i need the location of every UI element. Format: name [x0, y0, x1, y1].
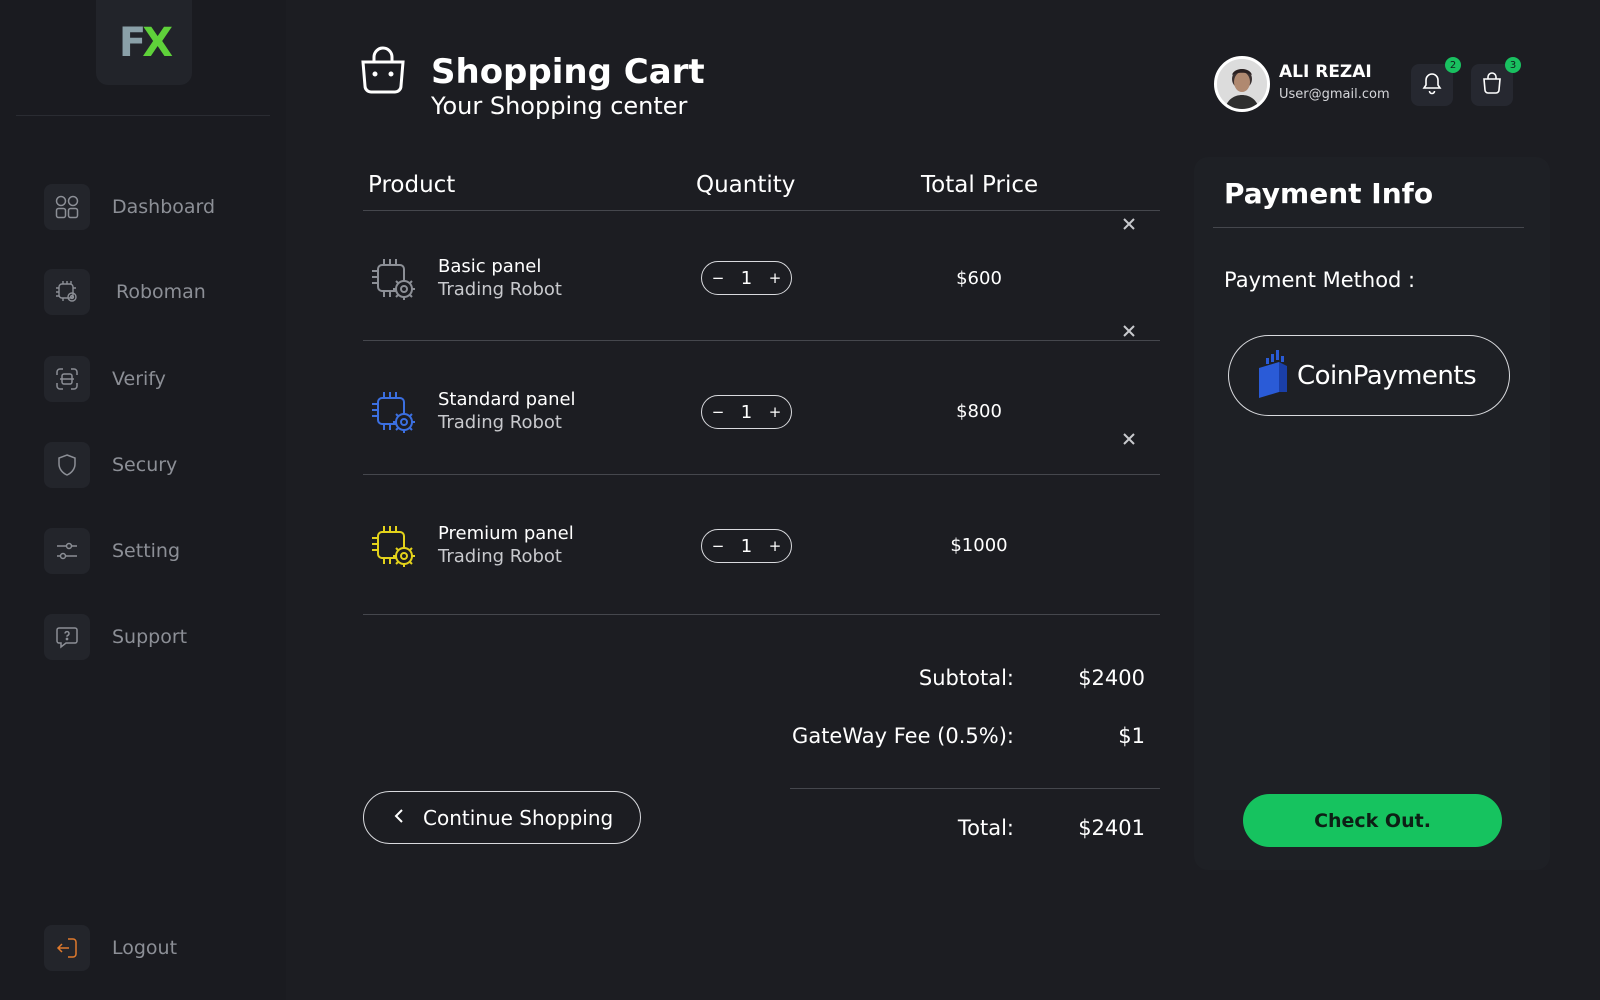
- notifications-button[interactable]: 2: [1411, 57, 1461, 106]
- sidebar-item-secury[interactable]: Secury: [44, 442, 177, 488]
- remove-item-button[interactable]: [1120, 430, 1138, 448]
- logout-icon: [44, 925, 90, 971]
- payment-title: Payment Info: [1224, 177, 1434, 210]
- user-name: ALI REZAI: [1279, 62, 1372, 82]
- standard-robot-icon: [370, 388, 420, 438]
- payment-panel: [1194, 157, 1550, 870]
- totals-divider: [790, 788, 1160, 789]
- page-title: Shopping Cart: [431, 52, 705, 92]
- row-price: $600: [956, 268, 1002, 289]
- sidebar-item-label: Secury: [112, 454, 178, 476]
- basic-robot-icon: [370, 255, 420, 305]
- user-email: User@gmail.com: [1279, 87, 1390, 102]
- product-subtitle: Trading Robot: [438, 412, 562, 433]
- quantity-stepper: − 1 +: [701, 395, 792, 429]
- product-name: Basic panel: [438, 256, 542, 277]
- sidebar-item-dashboard[interactable]: Dashboard: [44, 184, 215, 230]
- chevron-left-icon: [393, 808, 405, 828]
- notification-badge: 2: [1445, 57, 1461, 73]
- quantity-stepper: − 1 +: [701, 261, 792, 295]
- continue-shopping-label: Continue Shopping: [423, 805, 614, 830]
- subtotal-label: Subtotal:: [918, 666, 1014, 690]
- premium-robot-icon: [370, 522, 420, 572]
- cart-button[interactable]: 3: [1471, 57, 1521, 106]
- sidebar-item-label: Support: [112, 626, 188, 648]
- help-chat-icon: [44, 614, 90, 660]
- sidebar-item-logout[interactable]: Logout: [44, 925, 177, 971]
- logo[interactable]: FX: [96, 0, 192, 85]
- shopping-bag-icon: [357, 46, 409, 100]
- sliders-icon: [44, 528, 90, 574]
- quantity-value: 1: [740, 535, 753, 557]
- quantity-value: 1: [740, 401, 753, 423]
- coinpayments-option[interactable]: CoinPayments: [1228, 335, 1510, 416]
- sidebar-item-verify[interactable]: Verify: [44, 356, 166, 402]
- column-header-quantity: Quantity: [696, 172, 796, 198]
- sidebar-item-label: Logout: [112, 937, 178, 959]
- total-value: $2401: [1078, 816, 1145, 840]
- checkout-label: Check Out.: [1314, 809, 1431, 832]
- decrement-button[interactable]: −: [711, 269, 725, 287]
- sidebar-item-roboman[interactable]: Roboman: [44, 269, 206, 315]
- coinpayments-logo-icon: [1257, 348, 1293, 404]
- subtotal-value: $2400: [1078, 666, 1145, 690]
- product-name: Standard panel: [438, 389, 576, 410]
- robot-chip-icon: [44, 269, 90, 315]
- total-label: Total:: [957, 816, 1014, 840]
- payment-method-label: Payment Method :: [1224, 268, 1416, 292]
- sidebar-item-label: Roboman: [116, 281, 206, 303]
- increment-button[interactable]: +: [768, 537, 782, 555]
- continue-shopping-button[interactable]: Continue Shopping: [363, 791, 641, 844]
- sidebar: FX Dashboard Roboman Verify Secury Setti…: [0, 0, 286, 1000]
- increment-button[interactable]: +: [768, 403, 782, 421]
- logo-letter-x: X: [142, 19, 173, 66]
- coinpayments-label: CoinPayments: [1297, 360, 1477, 391]
- sidebar-item-support[interactable]: Support: [44, 614, 187, 660]
- quantity-value: 1: [740, 267, 753, 289]
- gateway-fee-label: GateWay Fee (0.5%):: [792, 724, 1014, 748]
- logo-mark: FX: [118, 19, 173, 66]
- table-header-divider: [363, 210, 1160, 211]
- sidebar-item-label: Verify: [112, 368, 166, 390]
- product-name: Premium panel: [438, 523, 574, 544]
- row-price: $1000: [950, 535, 1008, 556]
- payment-divider: [1213, 227, 1524, 228]
- checkout-button[interactable]: Check Out.: [1243, 794, 1502, 847]
- row-divider: [363, 614, 1160, 615]
- page-subtitle: Your Shopping center: [431, 92, 688, 120]
- remove-item-button[interactable]: [1120, 215, 1138, 233]
- scan-icon: [44, 356, 90, 402]
- remove-item-button[interactable]: [1120, 322, 1138, 340]
- cart-bag-icon: [1481, 71, 1503, 99]
- column-header-total-price: Total Price: [921, 172, 1039, 198]
- sidebar-divider: [16, 115, 270, 116]
- logo-letter-f: F: [118, 19, 146, 66]
- decrement-button[interactable]: −: [711, 537, 725, 555]
- bell-icon: [1421, 71, 1443, 99]
- row-price: $800: [956, 401, 1002, 422]
- row-divider: [363, 340, 1160, 341]
- increment-button[interactable]: +: [768, 269, 782, 287]
- product-subtitle: Trading Robot: [438, 279, 562, 300]
- decrement-button[interactable]: −: [711, 403, 725, 421]
- sidebar-item-label: Dashboard: [112, 196, 216, 218]
- gateway-fee-value: $1: [1118, 724, 1145, 748]
- avatar[interactable]: [1214, 56, 1270, 112]
- row-divider: [363, 474, 1160, 475]
- cart-badge: 3: [1505, 57, 1521, 73]
- column-header-product: Product: [368, 172, 456, 198]
- shield-icon: [44, 442, 90, 488]
- sidebar-item-setting[interactable]: Setting: [44, 528, 180, 574]
- quantity-stepper: − 1 +: [701, 529, 792, 563]
- sidebar-item-label: Setting: [112, 540, 181, 562]
- grid-icon: [44, 184, 90, 230]
- product-subtitle: Trading Robot: [438, 546, 562, 567]
